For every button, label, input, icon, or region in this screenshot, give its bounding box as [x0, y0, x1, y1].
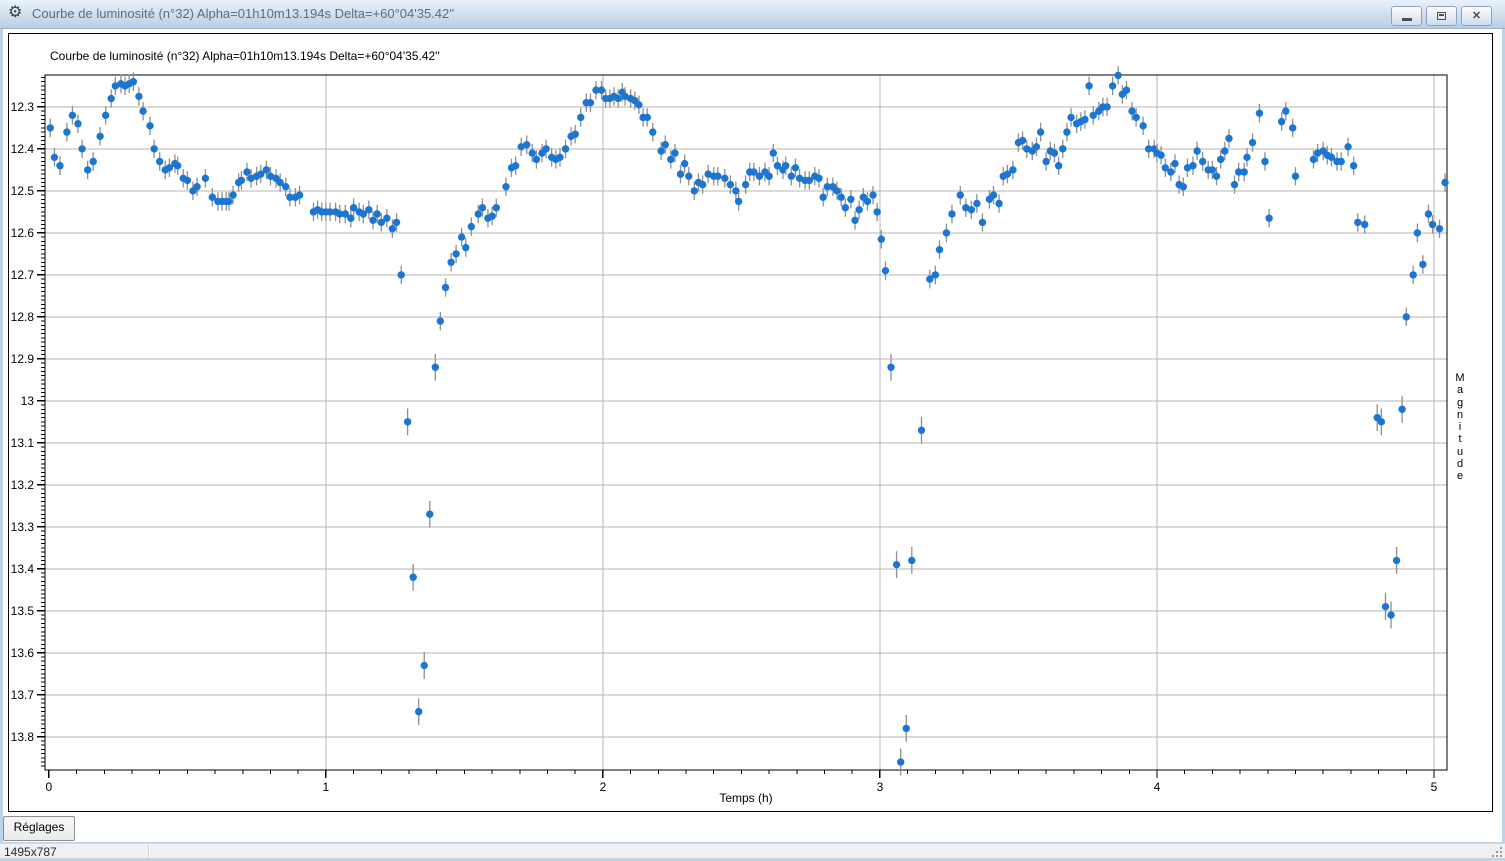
svg-text:12.4: 12.4: [11, 142, 35, 156]
svg-text:13.7: 13.7: [11, 688, 35, 702]
svg-text:13.3: 13.3: [11, 520, 35, 534]
chart-title: Courbe de luminosité (n°32) Alpha=01h10m…: [50, 49, 440, 63]
svg-text:12.5: 12.5: [11, 184, 35, 198]
gear-icon: ⚙: [8, 4, 22, 22]
resize-grip-icon[interactable]: [1491, 846, 1502, 857]
svg-text:12.6: 12.6: [11, 226, 35, 240]
window-title: Courbe de luminosité (n°32) Alpha=01h10m…: [32, 6, 454, 21]
restore-icon: [1437, 12, 1446, 20]
svg-text:13.1: 13.1: [11, 436, 35, 450]
close-button[interactable]: ✕: [1461, 6, 1492, 26]
restore-button[interactable]: [1426, 6, 1457, 26]
chart-canvas: 12.3 12.4 12.5 12.6 12.7 12.8 12.9 13 13.1 13.2 13…: [9, 34, 1492, 811]
statusbar: 1495x787: [0, 843, 1505, 859]
status-size-text: 1495x787: [4, 845, 57, 859]
svg-text:12.7: 12.7: [11, 268, 35, 282]
titlebar[interactable]: ⚙ Courbe de luminosité (n°32) Alpha=01h1…: [0, 0, 1505, 29]
svg-text:12.8: 12.8: [11, 310, 35, 324]
x-axis-label: Temps (h): [45, 791, 1447, 805]
light-curve-chart: 12.3 12.4 12.5 12.6 12.7 12.8 12.9 13 13.1 13.2 13…: [8, 33, 1493, 812]
minimize-button[interactable]: [1391, 6, 1422, 26]
svg-text:13: 13: [21, 394, 35, 408]
minimize-icon: [1402, 18, 1412, 21]
statusbar-separator: [148, 845, 150, 858]
y-axis-label: M a g n i t u d e: [1453, 372, 1467, 483]
svg-text:12.9: 12.9: [11, 352, 35, 366]
close-icon: ✕: [1472, 11, 1481, 22]
svg-text:13.6: 13.6: [11, 646, 35, 660]
svg-text:13.8: 13.8: [11, 730, 35, 744]
app-window: ⚙ Courbe de luminosité (n°32) Alpha=01h1…: [0, 0, 1505, 861]
window-controls: ✕: [1391, 6, 1492, 26]
settings-button[interactable]: Réglages: [3, 816, 75, 841]
svg-text:13.5: 13.5: [11, 604, 35, 618]
svg-text:13.4: 13.4: [11, 562, 35, 576]
svg-text:12.3: 12.3: [11, 100, 35, 114]
svg-text:13.2: 13.2: [11, 478, 35, 492]
